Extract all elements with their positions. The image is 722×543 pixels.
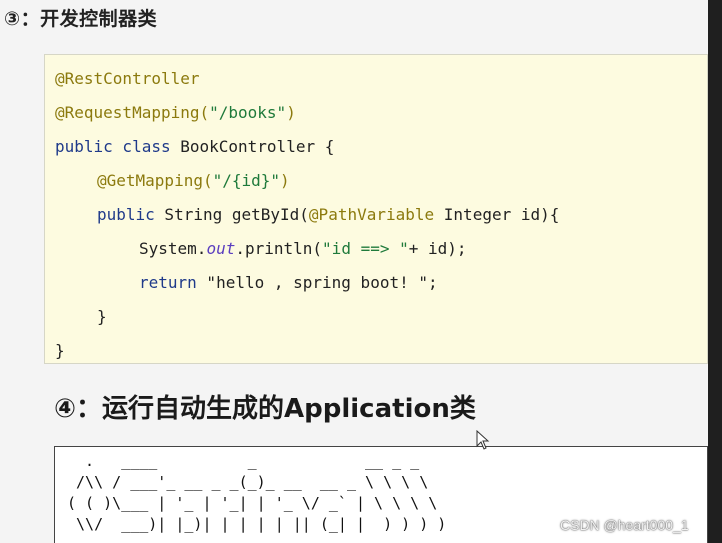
code-text: "hello , spring boot! "; [196, 273, 438, 292]
watermark: CSDN @heart000_1 [560, 517, 689, 533]
code-line-9: } [55, 341, 65, 360]
code-text: BookController { [170, 137, 335, 156]
code-text: System. [139, 239, 207, 258]
code-text: + id); [408, 239, 467, 258]
keyword: return [139, 273, 197, 292]
annotation: @RequestMapping( [55, 103, 210, 122]
keyword: public class [55, 137, 171, 156]
string-literal: "/books" [209, 103, 287, 122]
banner-line: . ____ _ __ _ _ [67, 452, 420, 470]
banner-line: ( ( )\___ | '_ | '_| | '_ \/ _` | \ \ \ … [67, 494, 438, 512]
string-literal: "id ==> " [322, 239, 409, 258]
annotation-close: ) [286, 103, 296, 122]
code-line-3: public class BookController { [55, 135, 334, 159]
mouse-pointer-icon [476, 429, 490, 450]
annotation: @PathVariable [308, 205, 435, 224]
code-line-4: @GetMapping("/{id}") [97, 169, 290, 193]
step4-heading: ④：运行自动生成的Application类 [54, 394, 476, 424]
step3-heading: ③：开发控制器类 [4, 8, 158, 30]
window-edge [708, 0, 722, 543]
code-text: .println( [235, 239, 323, 258]
code-line-8: } [97, 307, 107, 326]
code-line-1: @RestController [55, 67, 200, 91]
code-text: Integer id){ [434, 205, 560, 224]
annotation: @RestController [55, 69, 200, 88]
banner-line: /\\ / ___'_ __ _ _(_)_ __ __ _ \ \ \ \ [67, 473, 429, 491]
code-line-7: return "hello , spring boot! "; [139, 271, 438, 295]
annotation: @GetMapping( [97, 171, 213, 190]
annotation-close: ) [280, 171, 290, 190]
string-literal: "/{id}" [212, 171, 281, 190]
code-panel: @RestController @RequestMapping("/books"… [44, 54, 708, 364]
code-line-2: @RequestMapping("/books") [55, 101, 296, 125]
banner-line: \\/ ___)| |_)| | | | | || (_| | ) ) ) ) [67, 515, 447, 533]
code-line-6: System.out.println("id ==> "+ id); [139, 237, 467, 261]
code-text: String getById( [154, 205, 309, 224]
static-field: out [206, 239, 236, 258]
keyword: public [97, 205, 155, 224]
code-line-5: public String getById(@PathVariable Inte… [97, 203, 559, 227]
